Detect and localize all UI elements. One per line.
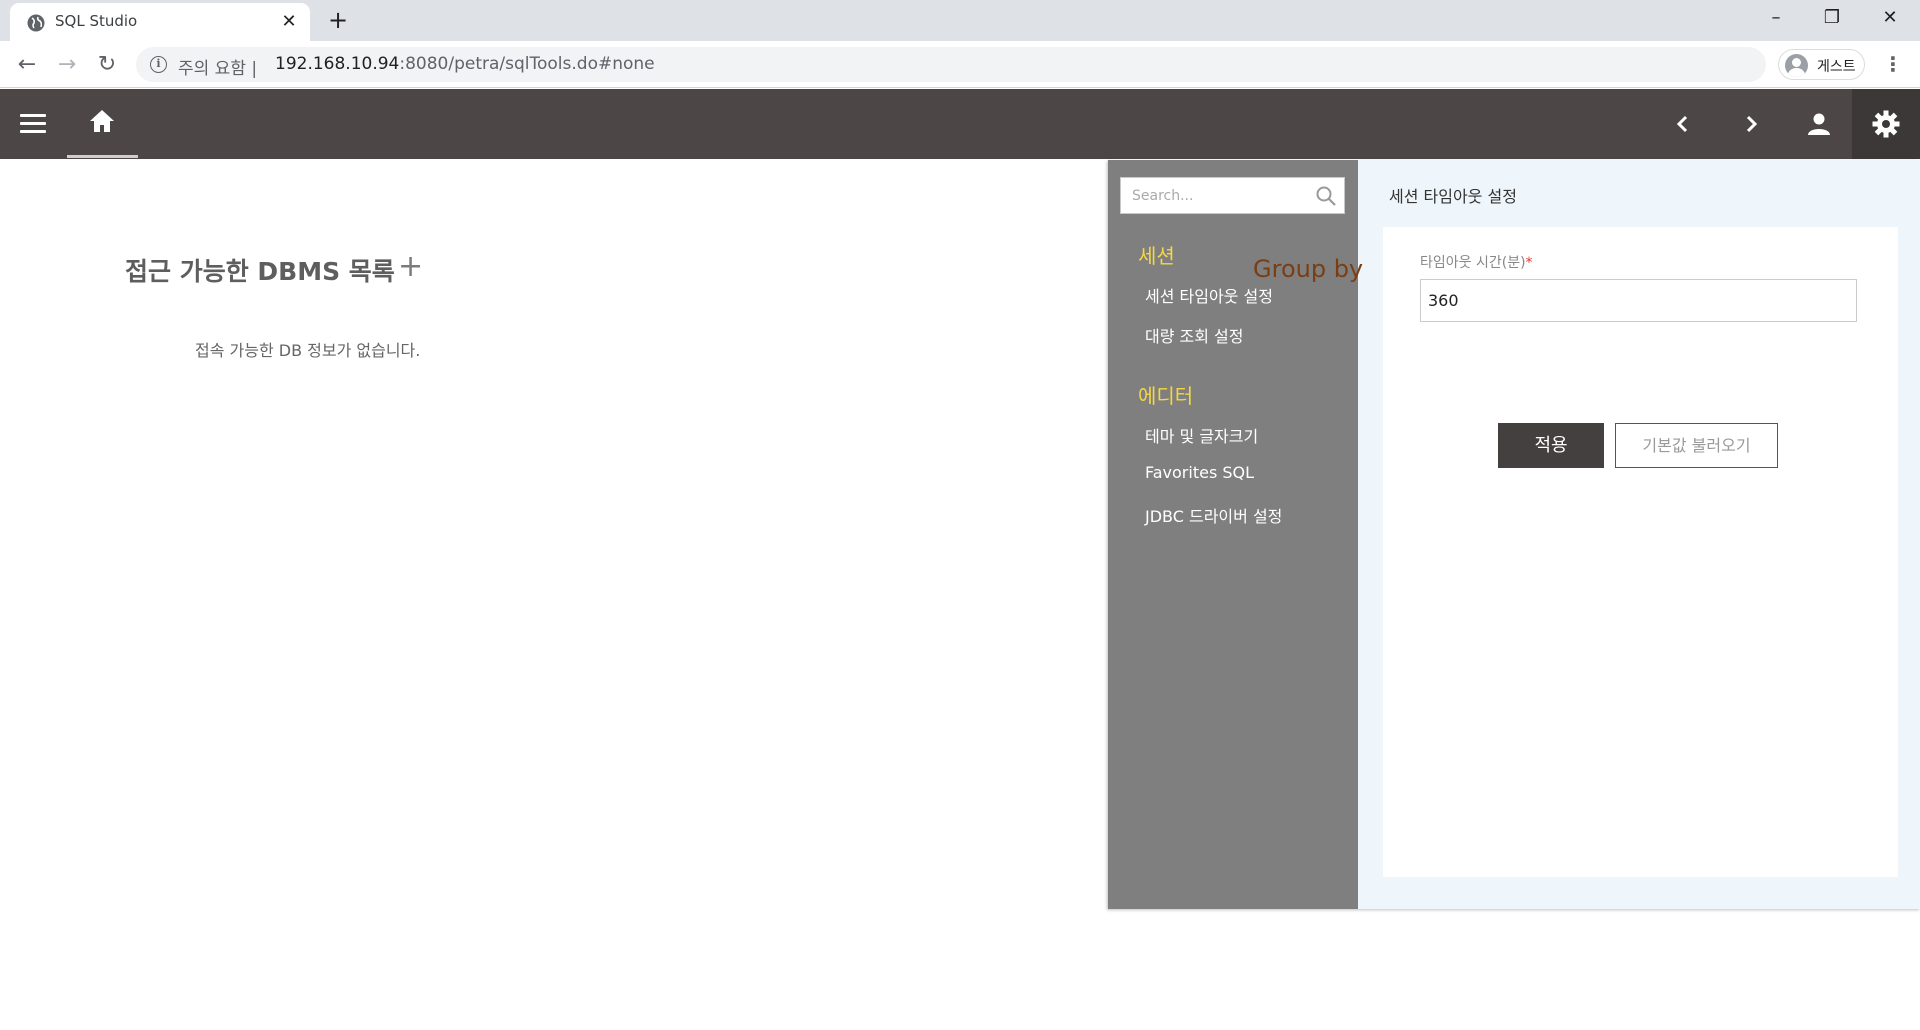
settings-button[interactable] [1852,89,1920,159]
security-warning: 주의 요함 | [178,59,258,79]
home-button[interactable] [67,89,138,159]
settings-search-input[interactable]: Search... [1120,177,1345,214]
dbms-list-title: 접근 가능한 DBMS 목록 [125,257,395,286]
minimize-button[interactable]: – [1748,0,1804,36]
globe-icon [27,14,45,32]
avatar-icon [1785,54,1808,77]
search-icon[interactable] [1315,185,1337,207]
info-icon[interactable]: i [150,56,167,73]
settings-nav: Search... 세션 세션 타임아웃 설정 대량 조회 설정 에디터 테마 … [1108,160,1363,909]
timeout-label-text: 타임아웃 시간(분) [1420,255,1526,271]
gear-icon [1872,110,1900,138]
url-host: 192.168.10.94 [275,54,400,74]
timeout-input[interactable] [1420,279,1857,322]
group-by-overlay-text: Group by [1253,255,1364,283]
nav-item-bulk-query[interactable]: 대량 조회 설정 [1145,323,1244,347]
search-placeholder: Search... [1132,188,1194,204]
nav-item-theme-font[interactable]: 테마 및 글자크기 [1145,423,1258,447]
window-close-button[interactable]: ✕ [1862,0,1918,36]
back-button[interactable]: ← [12,50,42,80]
restore-button[interactable]: ❐ [1804,0,1860,36]
menu-icon[interactable] [20,114,46,134]
tab-title: SQL Studio [55,12,138,30]
chevron-right-icon [1746,115,1758,133]
app-header [0,89,1920,159]
browser-tab[interactable]: SQL Studio ✕ [10,3,310,41]
address-bar[interactable]: i 주의 요함 | 192.168.10.94:8080/petra/sqlTo… [136,47,1766,82]
nav-item-jdbc-driver[interactable]: JDBC 드라이버 설정 [1145,503,1282,527]
settings-form-card: 타임아웃 시간(분)* 적용 기본값 불러오기 [1383,227,1898,877]
user-button[interactable] [1801,106,1837,142]
profile-button[interactable]: 게스트 [1778,49,1865,80]
profile-label: 게스트 [1817,59,1856,75]
nav-group-editor: 에디터 [1138,384,1194,408]
new-tab-button[interactable]: + [324,6,352,34]
active-tab-indicator [67,155,138,158]
url-path: :8080/petra/sqlTools.do#none [399,54,655,74]
nav-item-favorites-sql[interactable]: Favorites SQL [1145,463,1254,482]
browser-tabstrip: SQL Studio ✕ + – ❐ ✕ [0,0,1920,41]
required-mark: * [1525,255,1533,271]
reload-button[interactable]: ↻ [92,50,122,80]
content-title: 세션 타임아웃 설정 [1389,187,1517,206]
empty-message: 접속 가능한 DB 정보가 없습니다. [195,341,421,360]
chevron-left-icon [1676,115,1688,133]
browser-toolbar: ← → ↻ i 주의 요함 | 192.168.10.94:8080/petra… [0,41,1920,88]
user-icon [1808,113,1830,135]
next-button[interactable] [1733,106,1769,142]
url-text[interactable]: 192.168.10.94:8080/petra/sqlTools.do#non… [275,54,655,74]
timeout-field-label: 타임아웃 시간(분)* [1420,252,1533,272]
load-defaults-button[interactable]: 기본값 불러오기 [1615,423,1778,468]
prev-button[interactable] [1665,106,1701,142]
add-dbms-button[interactable]: + [398,250,423,284]
nav-group-session: 세션 [1138,244,1175,268]
forward-button[interactable]: → [52,50,82,80]
home-icon [90,110,114,132]
nav-item-session-timeout[interactable]: 세션 타임아웃 설정 [1145,283,1273,307]
tab-close-icon[interactable]: ✕ [277,10,301,34]
settings-panel: Search... 세션 세션 타임아웃 설정 대량 조회 설정 에디터 테마 … [1108,160,1920,909]
settings-content: 세션 타임아웃 설정 타임아웃 시간(분)* 적용 기본값 불러오기 [1358,160,1920,909]
browser-menu-icon[interactable]: ⋮ [1880,49,1906,80]
apply-button[interactable]: 적용 [1498,423,1604,468]
